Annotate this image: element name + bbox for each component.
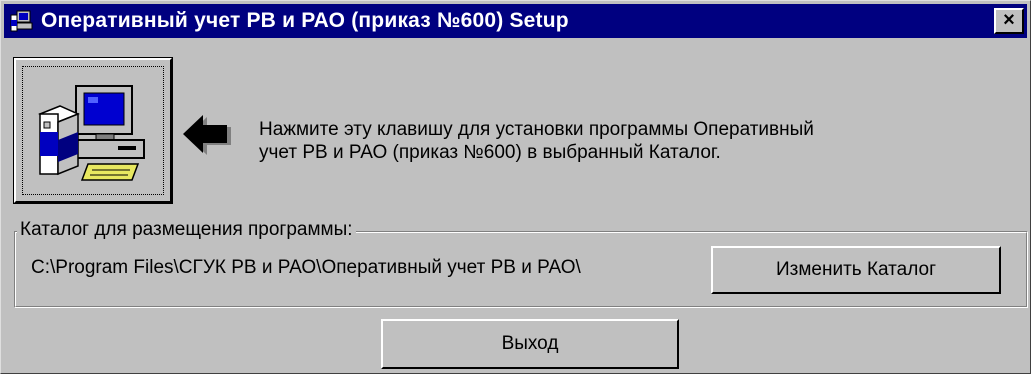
directory-groupbox-label: Каталог для размещения программы: <box>17 219 356 241</box>
computer-install-icon <box>38 85 145 181</box>
arrow-left-icon <box>183 115 231 155</box>
window-title: Оперативный учет РВ и РАО (приказ №600) … <box>41 9 569 32</box>
install-instructions: Нажмите эту клавишу для установки програ… <box>259 118 814 164</box>
install-directory-path: C:\Program Files\СГУК РВ и РАО\Оперативн… <box>31 257 581 278</box>
setup-window: Оперативный учет РВ и РАО (приказ №600) … <box>0 0 1031 374</box>
install-button[interactable] <box>13 57 173 204</box>
change-directory-button[interactable]: Изменить Каталог <box>711 246 1001 294</box>
exit-button[interactable]: Выход <box>381 319 679 369</box>
close-button[interactable]: × <box>994 8 1024 34</box>
title-bar[interactable]: Оперативный учет РВ и РАО (приказ №600) … <box>4 4 1027 38</box>
setup-computer-icon <box>9 8 35 34</box>
instructions-line-2: учет РВ и РАО (приказ №600) в выбранный … <box>259 142 721 163</box>
instructions-line-1: Нажмите эту клавишу для установки програ… <box>259 119 814 140</box>
